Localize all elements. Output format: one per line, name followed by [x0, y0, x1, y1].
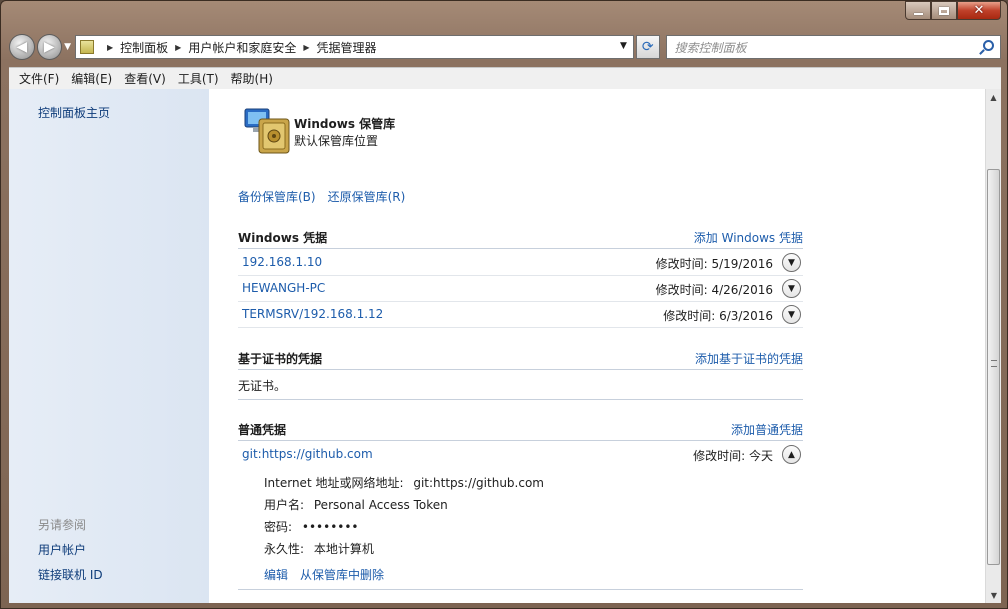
- windows-credentials-header: Windows 凭据 添加 Windows 凭据: [238, 225, 803, 249]
- username-value: Personal Access Token: [313, 498, 448, 512]
- password-label: 密码:: [264, 520, 293, 534]
- credential-name[interactable]: HEWANGH-PC: [242, 281, 325, 295]
- scrollbar-thumb[interactable]: [987, 169, 1000, 565]
- address-label: Internet 地址或网络地址:: [264, 476, 404, 490]
- vault-icon: [244, 108, 290, 154]
- scroll-down-icon[interactable]: ▼: [986, 587, 1001, 603]
- maximize-icon: [939, 6, 949, 15]
- chevron-down-icon[interactable]: ▼: [782, 305, 801, 324]
- credential-modified-time: 修改时间: 5/19/2016: [655, 257, 773, 271]
- credential-actions: 编辑 从保管库中删除: [264, 566, 384, 583]
- scroll-up-icon[interactable]: ▲: [986, 89, 1001, 105]
- back-arrow-icon: ◀: [16, 39, 28, 55]
- back-button[interactable]: ◀: [9, 34, 35, 60]
- windows-credentials-title: Windows 凭据: [238, 231, 328, 245]
- no-certificates-text: 无证书。: [238, 379, 287, 393]
- backup-vault-link[interactable]: 备份保管库(B): [238, 188, 316, 205]
- breadcrumb-user-accounts[interactable]: 用户帐户和家庭安全: [188, 39, 296, 56]
- add-generic-credential-link[interactable]: 添加普通凭据: [731, 421, 803, 438]
- grip-icon: [991, 360, 997, 367]
- add-certificate-credential-link[interactable]: 添加基于证书的凭据: [695, 350, 803, 367]
- generic-credentials-title: 普通凭据: [238, 423, 287, 437]
- search-input[interactable]: 搜索控制面板: [665, 35, 1001, 59]
- close-icon: ✕: [973, 3, 985, 18]
- breadcrumb-separator-icon[interactable]: ▶: [107, 43, 113, 52]
- credential-row-expanded[interactable]: git:https://github.com 修改时间: 今天 ▲: [238, 442, 803, 468]
- remove-credential-link[interactable]: 从保管库中删除: [300, 566, 384, 583]
- menu-file[interactable]: 文件(F): [13, 70, 65, 87]
- certificate-credentials-header: 基于证书的凭据 添加基于证书的凭据: [238, 346, 803, 370]
- add-windows-credential-link[interactable]: 添加 Windows 凭据: [694, 229, 803, 246]
- credential-row[interactable]: TERMSRV/192.168.1.12 修改时间: 6/3/2016 ▼: [238, 302, 803, 328]
- credential-modified-time: 修改时间: 今天: [693, 449, 773, 463]
- menu-bar: 文件(F) 编辑(E) 查看(V) 工具(T) 帮助(H): [9, 67, 1001, 89]
- credential-name[interactable]: TERMSRV/192.168.1.12: [242, 307, 383, 321]
- search-placeholder: 搜索控制面板: [674, 40, 747, 55]
- chevron-down-icon[interactable]: ▼: [782, 279, 801, 298]
- caption-buttons: ✕: [905, 1, 1001, 20]
- vertical-scrollbar[interactable]: ▲ ▼: [985, 89, 1001, 603]
- credential-row[interactable]: 192.168.1.10 修改时间: 5/19/2016 ▼: [238, 250, 803, 276]
- menu-view[interactable]: 查看(V): [118, 70, 172, 87]
- generic-credentials-header: 普通凭据 添加普通凭据: [238, 417, 803, 441]
- refresh-icon: ⟳: [641, 39, 654, 55]
- minimize-icon: [913, 12, 923, 15]
- forward-arrow-icon: ▶: [43, 39, 55, 55]
- menu-edit[interactable]: 编辑(E): [65, 70, 118, 87]
- credential-address-row: Internet 地址或网络地址: git:https://github.com: [264, 474, 544, 491]
- sidebar-control-panel-home[interactable]: 控制面板主页: [38, 104, 110, 121]
- address-dropdown-icon[interactable]: ▼: [620, 41, 627, 51]
- persistence-label: 永久性:: [264, 542, 305, 556]
- search-icon[interactable]: [983, 40, 994, 51]
- address-bar[interactable]: ▶ 控制面板 ▶ 用户帐户和家庭安全 ▶ 凭据管理器 ▼: [74, 35, 634, 59]
- menu-tools[interactable]: 工具(T): [172, 70, 225, 87]
- certificate-credentials-title: 基于证书的凭据: [238, 352, 323, 366]
- vault-actions: 备份保管库(B) 还原保管库(R): [238, 188, 405, 205]
- credential-password-row: 密码: ••••••••: [264, 518, 359, 535]
- content-area: 控制面板主页 另请参阅 用户帐户 链接联机 ID Windows 保管库 默认保…: [9, 89, 1001, 603]
- breadcrumb-credential-manager[interactable]: 凭据管理器: [316, 39, 376, 56]
- address-value: git:https://github.com: [413, 476, 544, 490]
- credential-modified-time: 修改时间: 4/26/2016: [655, 283, 773, 297]
- forward-button[interactable]: ▶: [36, 34, 63, 60]
- main-panel: Windows 保管库 默认保管库位置 备份保管库(B) 还原保管库(R) Wi…: [209, 89, 985, 603]
- credential-user-row: 用户名: Personal Access Token: [264, 496, 448, 513]
- menu-help[interactable]: 帮助(H): [225, 70, 279, 87]
- vault-subtitle: 默认保管库位置: [294, 134, 379, 148]
- username-label: 用户名:: [264, 498, 305, 512]
- breadcrumb-separator-icon[interactable]: ▶: [303, 43, 309, 52]
- credential-name[interactable]: 192.168.1.10: [242, 255, 322, 269]
- navigation-row: ◀ ▶ ▼ ▶ 控制面板 ▶ 用户帐户和家庭安全 ▶ 凭据管理器 ▼ ⟳ 搜索控…: [9, 33, 1001, 61]
- chevron-up-icon[interactable]: ▲: [782, 445, 801, 464]
- window: ✕ ◀ ▶ ▼ ▶ 控制面板 ▶ 用户帐户和家庭安全 ▶ 凭据管理器 ▼ ⟳ 搜…: [0, 0, 1008, 609]
- password-value: ••••••••: [301, 520, 359, 534]
- see-also-heading: 另请参阅: [38, 518, 87, 532]
- chevron-down-icon[interactable]: ▼: [782, 253, 801, 272]
- recent-pages-dropdown[interactable]: ▼: [64, 42, 71, 52]
- sidebar-item-user-accounts[interactable]: 用户帐户: [38, 541, 86, 558]
- breadcrumb-control-panel[interactable]: 控制面板: [120, 39, 168, 56]
- persistence-value: 本地计算机: [313, 542, 374, 556]
- restore-vault-link[interactable]: 还原保管库(R): [328, 188, 406, 205]
- vault-title: Windows 保管库: [294, 117, 396, 131]
- credential-name[interactable]: git:https://github.com: [242, 447, 373, 461]
- sidebar-item-link-online-id[interactable]: 链接联机 ID: [38, 566, 103, 583]
- minimize-button[interactable]: [905, 1, 931, 20]
- credential-row[interactable]: HEWANGH-PC 修改时间: 4/26/2016 ▼: [238, 276, 803, 302]
- credential-persistence-row: 永久性: 本地计算机: [264, 540, 374, 557]
- maximize-button[interactable]: [931, 1, 957, 20]
- control-panel-icon: [79, 40, 94, 54]
- divider: [238, 589, 803, 590]
- close-button[interactable]: ✕: [957, 1, 1001, 20]
- breadcrumb-separator-icon[interactable]: ▶: [175, 43, 181, 52]
- edit-credential-link[interactable]: 编辑: [264, 566, 288, 583]
- refresh-button[interactable]: ⟳: [635, 35, 660, 59]
- sidebar: 控制面板主页 另请参阅 用户帐户 链接联机 ID: [9, 89, 209, 603]
- divider: [238, 399, 803, 400]
- credential-modified-time: 修改时间: 6/3/2016: [663, 309, 773, 323]
